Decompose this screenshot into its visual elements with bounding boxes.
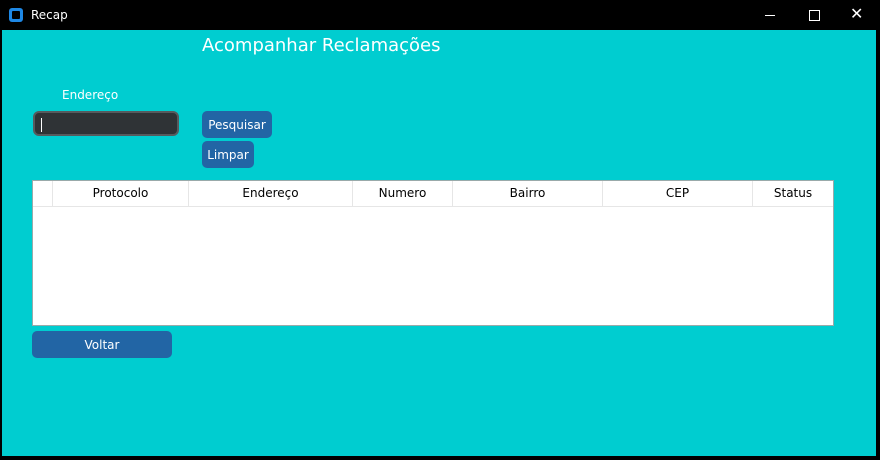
column-header-numero[interactable]: Numero [353,181,453,206]
text-caret [41,118,42,132]
clear-button[interactable]: Limpar [202,141,254,168]
address-input[interactable] [33,111,179,136]
close-button[interactable]: ✕ [838,0,880,30]
search-button[interactable]: Pesquisar [202,111,272,138]
column-header-bairro[interactable]: Bairro [453,181,603,206]
maximize-button[interactable] [792,0,838,30]
column-header-protocolo[interactable]: Protocolo [53,181,189,206]
main-panel: Acompanhar Reclamações Endereço Pesquisa… [2,30,876,456]
close-icon: ✕ [850,4,864,23]
app-window: Recap ✕ Acompanhar Reclamações Endereço … [0,0,880,460]
column-header-endereco[interactable]: Endereço [189,181,353,206]
window-title: Recap [31,8,68,22]
complaints-table[interactable]: Protocolo Endereço Numero Bairro CEP Sta… [32,180,834,326]
app-icon [9,8,23,22]
address-label: Endereço [62,88,119,102]
table-header: Protocolo Endereço Numero Bairro CEP Sta… [33,181,833,207]
column-header-status[interactable]: Status [753,181,833,206]
minimize-button[interactable] [746,0,792,30]
minimize-icon [765,15,775,16]
maximize-icon [809,10,820,21]
column-header-row-selector[interactable] [33,181,53,206]
title-bar[interactable]: Recap ✕ [0,0,880,30]
back-button[interactable]: Voltar [32,331,172,358]
column-header-cep[interactable]: CEP [603,181,753,206]
page-title: Acompanhar Reclamações [202,35,441,56]
